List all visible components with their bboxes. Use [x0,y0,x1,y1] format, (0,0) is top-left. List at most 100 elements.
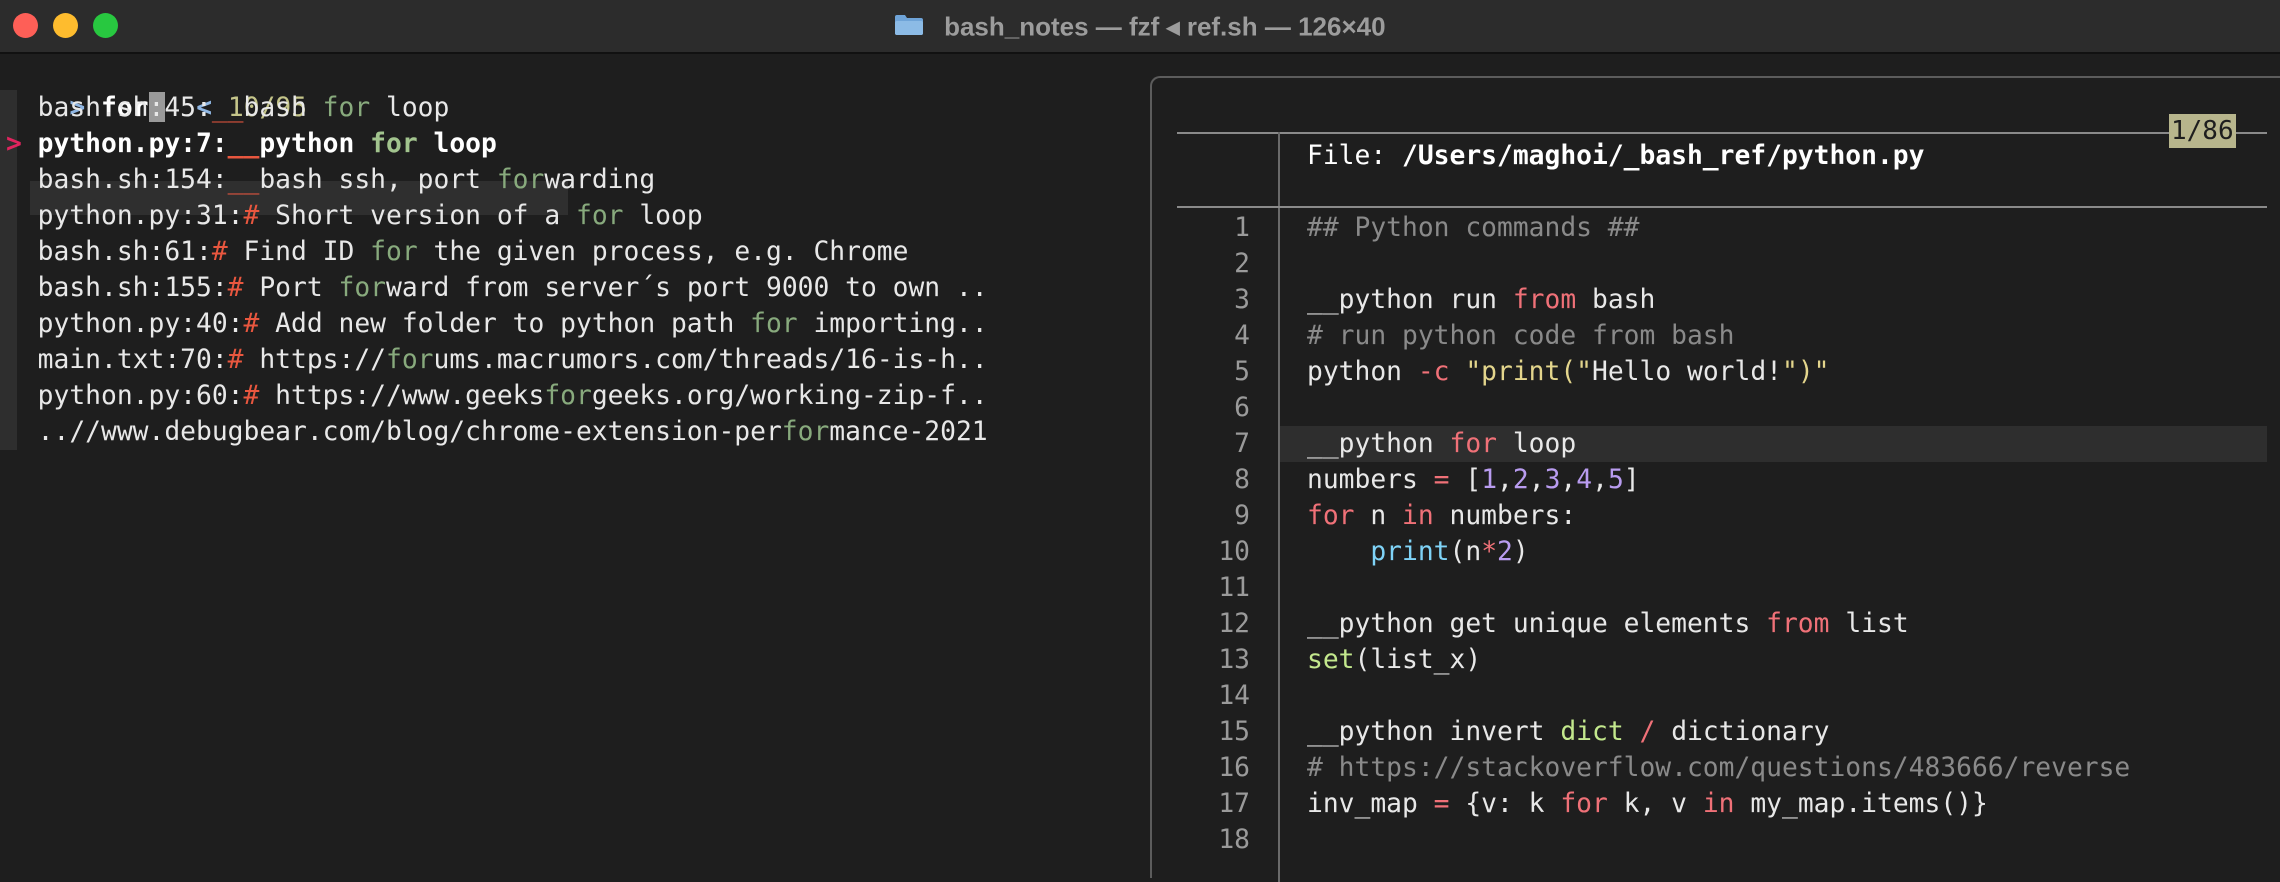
result-row[interactable]: python.py:60:# https://www.geeksforgeeks… [6,378,988,414]
result-text: Short version of a [259,201,576,231]
result-row[interactable]: bash.sh:154:__bash ssh, port forwarding [6,162,655,198]
code-line: __python run from bash [1307,282,1655,318]
code-token: , [1560,465,1577,495]
line-number: 12 [1218,609,1250,639]
row-indent [6,237,38,267]
match-highlight: for [370,237,418,267]
result-row-selected[interactable]: > python.py:7:__python for loop [6,126,497,162]
preview-file-header: File: /Users/maghoi/_bash_ref/python.py [1307,138,1924,174]
result-text: # [243,201,260,231]
result-text: ums.macrumors.com/threads/16-is-h.. [433,345,988,375]
code-token: print [1370,537,1450,567]
window-title: bash_notes — fzf ◂ ref.sh — 126×40 [944,11,1386,42]
line-number: 1 [1234,213,1250,243]
result-text: bash [243,93,323,123]
line-number: 13 [1218,645,1250,675]
line-number: 4 [1234,321,1250,351]
preview-header-rule [1177,206,2267,208]
result-row[interactable]: main.txt:70:# https://forums.macrumors.c… [6,342,988,378]
code-line: print(n*2) [1307,534,1528,570]
code-token: 4 [1576,465,1593,495]
result-text: importing.. [797,309,988,339]
title-bar: bash_notes — fzf ◂ ref.sh — 126×40 [0,0,2280,54]
folder-icon [895,14,924,35]
code-line: # run python code from bash [1307,318,1734,354]
result-row[interactable]: bash.sh:45:__bash for loop [6,90,450,126]
code-token: from [1766,609,1830,639]
code-token: inv_map [1307,789,1434,819]
result-text: __ [211,93,244,123]
code-token: numbers: [1433,501,1577,531]
code-token: "print(" [1465,357,1593,387]
result-text: # [243,381,260,411]
line-number: 5 [1234,357,1250,387]
line-number: 7 [1234,429,1250,459]
file-path: /Users/maghoi/_bash_ref/python.py [1402,141,1925,171]
code-token: -c [1417,357,1450,387]
line-number: 9 [1234,501,1250,531]
code-token: from [1512,285,1577,315]
result-file-location: main.txt:70: [37,345,228,375]
result-text: Add new folder to python path [259,309,751,339]
match-highlight: for [750,309,798,339]
code-token: loop [1497,429,1577,459]
code-token: , [1497,465,1513,495]
selection-marker: > [6,129,38,159]
file-label: File: [1307,141,1402,171]
code-token: (list_x) [1354,645,1482,675]
line-number: 8 [1234,465,1250,495]
row-indent [6,345,38,375]
code-token: # https://stackoverflow.com/questions/48… [1307,753,2131,783]
code-token: __python invert [1307,717,1561,747]
code-token: , [1592,465,1608,495]
result-row[interactable]: python.py:31:# Short version of a for lo… [6,198,703,234]
result-text: the given process, e.g. Chrome [417,237,909,267]
result-file-location: python.py:60: [37,381,244,411]
result-row[interactable]: ..//www.debugbear.com/blog/chrome-extens… [6,414,988,450]
result-text: mance-2021 [829,417,988,447]
terminal-area[interactable]: > for < 10/95 bash.sh:45:__bash for loop… [0,54,2280,882]
code-token: n [1354,501,1402,531]
code-token: numbers [1307,465,1434,495]
row-indent [6,417,38,447]
result-row[interactable]: bash.sh:61:# Find ID for the given proce… [6,234,909,270]
line-number: 18 [1218,825,1250,855]
code-token: (n [1449,537,1482,567]
code-token: for [1449,429,1498,459]
code-token: 3 [1544,465,1561,495]
code-line: __python invert dict / dictionary [1307,714,1830,750]
code-token: for [1307,501,1355,531]
code-token: in [1702,789,1735,819]
code-token: 2 [1497,537,1513,567]
result-text: python [259,129,371,159]
code-token: Hello world! [1592,357,1783,387]
result-text: # [211,237,228,267]
result-file-location: bash.sh:45: [37,93,212,123]
code-token: in [1402,501,1434,531]
window-title-area: bash_notes — fzf ◂ ref.sh — 126×40 [0,0,2280,52]
result-file-location: python.py:31: [37,201,244,231]
code-token: __python run [1307,285,1513,315]
search-prompt[interactable]: > for < 10/95 [6,54,307,123]
result-text: loop [623,201,703,231]
code-token: 2 [1512,465,1529,495]
code-token: dictionary [1655,717,1830,747]
code-token: bash [1576,285,1656,315]
code-line: # https://stackoverflow.com/questions/48… [1307,750,2130,786]
code-token: for [1560,789,1608,819]
row-indent [6,93,38,123]
result-file-location: python.py:7: [37,129,228,159]
result-text: https://www.geeks [259,381,545,411]
row-indent [6,165,38,195]
result-text: ward from server´s port 9000 to own .. [386,273,988,303]
match-highlight: for [576,201,624,231]
code-token: # run python code from bash [1307,321,1735,351]
result-row[interactable]: bash.sh:155:# Port forward from server´s… [6,270,988,306]
row-indent [6,381,38,411]
result-row[interactable]: python.py:40:# Add new folder to python … [6,306,988,342]
preview-pane[interactable]: 1/86 File: /Users/maghoi/_bash_ref/pytho… [1150,76,2280,882]
match-highlight: for [338,273,387,303]
result-text: # [227,345,244,375]
line-number: 6 [1234,393,1250,423]
result-text: ..//www.debugbear.com/blog/chrome-extens… [37,417,782,447]
